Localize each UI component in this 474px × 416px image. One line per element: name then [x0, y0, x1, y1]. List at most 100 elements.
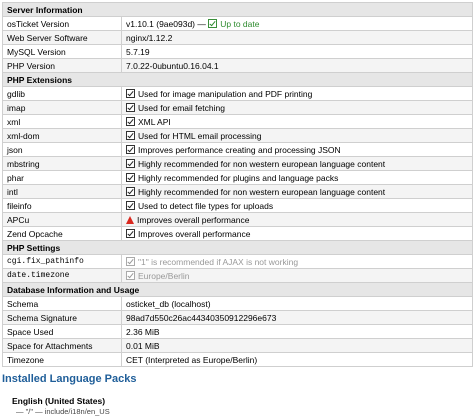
row-value-text: Used to detect file types for uploads — [138, 200, 274, 211]
check-icon — [126, 116, 135, 126]
row-value: Used for email fetching — [120, 100, 474, 115]
row-label: osTicket Version — [2, 16, 122, 31]
check-icon — [126, 228, 135, 238]
row-value-text: Improves overall performance — [138, 228, 251, 239]
check-icon — [126, 88, 135, 98]
table-row: mbstring Highly recommended for non west… — [2, 156, 474, 171]
section-header-database: Database Information and Usage — [1, 282, 474, 297]
row-value: Improves overall performance — [120, 226, 474, 241]
table-row: date.timezone Europe/Berlin — [2, 268, 474, 283]
table-row: phar Highly recommended for plugins and … — [2, 170, 474, 185]
row-label: mbstring — [2, 156, 122, 171]
row-value: Used to detect file types for uploads — [120, 198, 474, 213]
row-value: Europe/Berlin — [120, 268, 474, 283]
row-value: 2.36 MiB — [120, 324, 474, 339]
table-row: intl Highly recommended for non western … — [2, 184, 474, 199]
row-label: Schema — [2, 296, 122, 311]
section-header-server: Server Information — [1, 2, 474, 17]
section-title: PHP Settings — [1, 240, 474, 255]
row-label: PHP Version — [2, 58, 122, 73]
row-value: Used for HTML email processing — [120, 128, 474, 143]
row-label: gdlib — [2, 86, 122, 101]
row-value-text: Improves performance creating and proces… — [138, 144, 341, 155]
row-label: APCu — [2, 212, 122, 227]
table-row: json Improves performance creating and p… — [2, 142, 474, 157]
table-row: Web Server Software nginx/1.12.2 — [2, 30, 474, 45]
warning-icon — [126, 215, 134, 224]
row-value: Highly recommended for plugins and langu… — [120, 170, 474, 185]
section-header-extensions: PHP Extensions — [1, 72, 474, 87]
table-row: Schema Signature 98ad7d550c26ac443403509… — [2, 310, 474, 325]
row-value-text: Used for email fetching — [138, 102, 225, 113]
system-information-page: Server Information osTicket Version v1.1… — [0, 0, 474, 416]
row-value: XML API — [120, 114, 474, 129]
row-label: Web Server Software — [2, 30, 122, 45]
row-label: imap — [2, 100, 122, 115]
section-title: Server Information — [1, 2, 474, 17]
row-value: 5.7.19 — [120, 44, 474, 59]
row-value-text: Improves overall performance — [137, 214, 250, 225]
row-value: Improves overall performance — [120, 212, 474, 227]
row-value-text: XML API — [138, 116, 171, 127]
system-info-table: Server Information osTicket Version v1.1… — [1, 2, 474, 367]
check-icon — [126, 144, 135, 154]
check-icon — [208, 18, 218, 28]
table-row: xml XML API — [2, 114, 474, 129]
check-icon — [126, 270, 135, 280]
row-label: phar — [2, 170, 122, 185]
row-label: xml — [2, 114, 122, 129]
table-row: cgi.fix_pathinfo "1" is recommended if A… — [2, 254, 474, 269]
check-icon — [126, 172, 135, 182]
check-icon — [126, 200, 135, 210]
table-row: MySQL Version 5.7.19 — [2, 44, 474, 59]
row-label: date.timezone — [2, 268, 122, 283]
table-row: Space for Attachments 0.01 MiB — [2, 338, 474, 353]
row-value-text: Used for image manipulation and PDF prin… — [138, 88, 313, 99]
table-row: fileinfo Used to detect file types for u… — [2, 198, 474, 213]
table-row: xml-dom Used for HTML email processing — [2, 128, 474, 143]
row-value-text: Highly recommended for non western europ… — [138, 158, 386, 169]
language-packs-heading: Installed Language Packs — [2, 373, 137, 385]
row-value: Used for image manipulation and PDF prin… — [120, 86, 474, 101]
row-value-text: Used for HTML email processing — [138, 130, 262, 141]
check-icon — [126, 158, 135, 168]
row-label: Timezone — [2, 352, 122, 367]
version-text: v1.10.1 (9ae093d) — — [126, 18, 206, 29]
row-value: osticket_db (localhost) — [120, 296, 474, 311]
row-value-text: Highly recommended for non western europ… — [138, 186, 386, 197]
row-label: xml-dom — [2, 128, 122, 143]
row-label: fileinfo — [2, 198, 122, 213]
row-label: json — [2, 142, 122, 157]
table-row: gdlib Used for image manipulation and PD… — [2, 86, 474, 101]
row-value: nginx/1.12.2 — [120, 30, 474, 45]
row-value: 0.01 MiB — [120, 338, 474, 353]
row-value: 7.0.22-0ubuntu0.16.04.1 — [120, 58, 474, 73]
table-row: PHP Version 7.0.22-0ubuntu0.16.04.1 — [2, 58, 474, 73]
row-value: Highly recommended for non western europ… — [120, 156, 474, 171]
status-badge: Up to date — [220, 18, 260, 29]
check-icon — [126, 130, 135, 140]
row-label: Schema Signature — [2, 310, 122, 325]
row-value-text: Highly recommended for plugins and langu… — [138, 172, 339, 183]
row-label: cgi.fix_pathinfo — [2, 254, 122, 269]
row-value: 98ad7d550c26ac44340350912296e673 — [120, 310, 474, 325]
row-label: intl — [2, 184, 122, 199]
section-title: PHP Extensions — [1, 72, 474, 87]
table-row: imap Used for email fetching — [2, 100, 474, 115]
row-value: CET (Interpreted as Europe/Berlin) — [120, 352, 474, 367]
row-value: "1" is recommended if AJAX is not workin… — [120, 254, 474, 269]
language-pack-name: English (United States) — [12, 396, 106, 406]
row-value: Highly recommended for non western europ… — [120, 184, 474, 199]
section-title: Database Information and Usage — [1, 282, 474, 297]
table-row: APCu Improves overall performance — [2, 212, 474, 227]
table-row: Schema osticket_db (localhost) — [2, 296, 474, 311]
check-icon — [126, 102, 135, 112]
check-icon — [126, 256, 135, 266]
check-icon — [126, 186, 135, 196]
row-value: Improves performance creating and proces… — [120, 142, 474, 157]
row-value-text: "1" is recommended if AJAX is not workin… — [138, 256, 299, 267]
row-label: Space for Attachments — [2, 338, 122, 353]
row-label: MySQL Version — [2, 44, 122, 59]
row-label: Space Used — [2, 324, 122, 339]
table-row: Zend Opcache Improves overall performanc… — [2, 226, 474, 241]
